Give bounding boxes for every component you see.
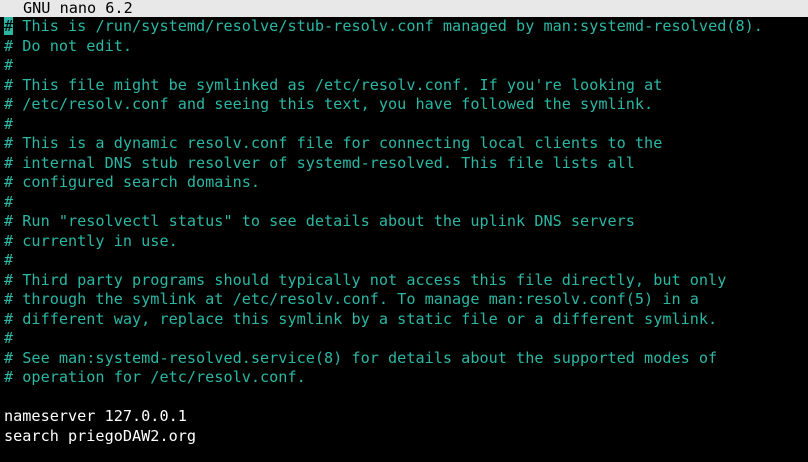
- editor-line-22[interactable]: search priegoDAW2.org: [4, 427, 808, 447]
- editor-line-8[interactable]: # internal DNS stub resolver of systemd-…: [4, 154, 808, 174]
- editor-line-20[interactable]: [4, 388, 808, 408]
- editor-line-2[interactable]: # Do not edit.: [4, 37, 808, 57]
- line-text: This is /run/systemd/resolve/stub-resolv…: [13, 17, 763, 35]
- app-title: GNU nano 6.2: [23, 0, 133, 17]
- editor-line-11[interactable]: # Run "resolvectl status" to see details…: [4, 212, 808, 232]
- text-cursor: #: [4, 17, 14, 35]
- editor-line-10[interactable]: #: [4, 193, 808, 213]
- editor-line-6[interactable]: #: [4, 115, 808, 135]
- editor-line-19[interactable]: # operation for /etc/resolv.conf.: [4, 368, 808, 388]
- editor-line-17[interactable]: #: [4, 329, 808, 349]
- editor-line-3[interactable]: #: [4, 56, 808, 76]
- editor-line-9[interactable]: # configured search domains.: [4, 173, 808, 193]
- editor-line-15[interactable]: # through the symlink at /etc/resolv.con…: [4, 290, 808, 310]
- nano-title-bar: GNU nano 6.2: [0, 0, 808, 17]
- editor-line-7[interactable]: # This is a dynamic resolv.conf file for…: [4, 134, 808, 154]
- editor-line-4[interactable]: # This file might be symlinked as /etc/r…: [4, 76, 808, 96]
- editor-line-21[interactable]: nameserver 127.0.0.1: [4, 407, 808, 427]
- editor-line-1[interactable]: # This is /run/systemd/resolve/stub-reso…: [4, 17, 808, 37]
- editor-line-14[interactable]: # Third party programs should typically …: [4, 271, 808, 291]
- editor-line-16[interactable]: # different way, replace this symlink by…: [4, 310, 808, 330]
- editor-line-5[interactable]: # /etc/resolv.conf and seeing this text,…: [4, 95, 808, 115]
- editor-line-18[interactable]: # See man:systemd-resolved.service(8) fo…: [4, 349, 808, 369]
- editor-line-13[interactable]: #: [4, 251, 808, 271]
- editor-buffer[interactable]: # This is /run/systemd/resolve/stub-reso…: [4, 17, 808, 462]
- editor-line-12[interactable]: # currently in use.: [4, 232, 808, 252]
